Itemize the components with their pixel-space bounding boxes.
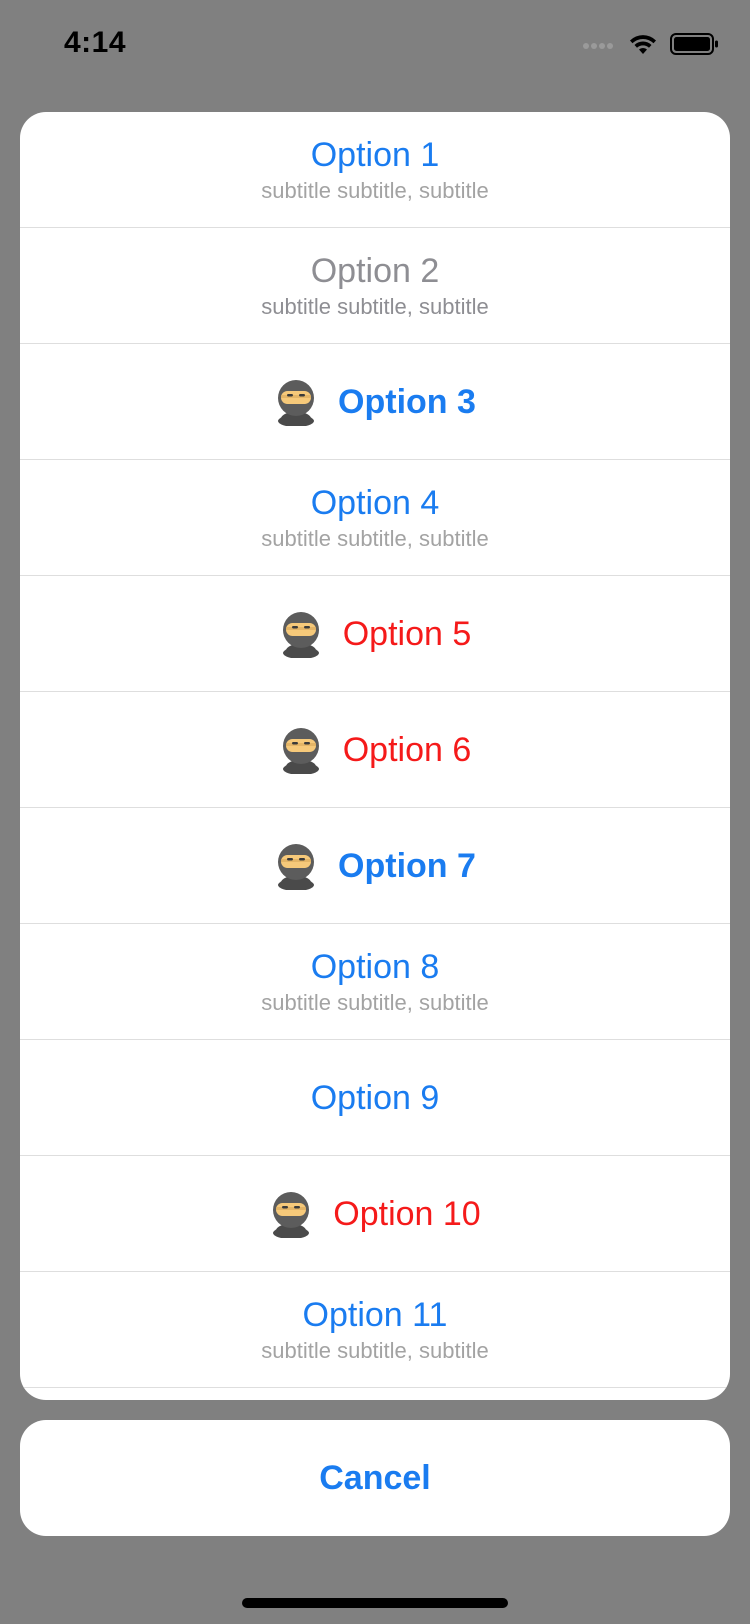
option-title-row: Option 11 bbox=[303, 1295, 448, 1335]
action-sheet: Option 1 subtitle subtitle, subtitle Optio… bbox=[20, 112, 730, 1400]
option-subtitle: subtitle subtitle, subtitle bbox=[261, 294, 489, 319]
option-1[interactable]: Option 1 subtitle subtitle, subtitle bbox=[20, 112, 730, 228]
option-title: Option 11 bbox=[302, 1296, 448, 1334]
option-title: Option 8 bbox=[310, 948, 440, 986]
cancel-label: Cancel bbox=[319, 1458, 431, 1497]
option-title-row: Option 4 bbox=[311, 483, 440, 523]
option-2: Option 2 subtitle subtitle, subtitle bbox=[20, 228, 730, 344]
wifi-icon bbox=[628, 32, 658, 61]
option-subtitle: subtitle subtitle, subtitle bbox=[261, 526, 489, 551]
option-title: Option 10 bbox=[333, 1194, 481, 1233]
cellular-icon bbox=[582, 37, 616, 55]
option-subtitle: subtitle subtitle, subtitle bbox=[261, 1338, 489, 1363]
ninja-icon bbox=[274, 378, 318, 427]
option-10[interactable]: Option 10 bbox=[20, 1156, 730, 1272]
option-9[interactable]: Option 9 bbox=[20, 1040, 730, 1156]
option-4[interactable]: Option 4 subtitle subtitle, subtitle bbox=[20, 460, 730, 576]
option-title: Option 1 bbox=[310, 136, 440, 174]
option-title-row: Option 8 bbox=[311, 947, 440, 987]
option-title: Option 6 bbox=[342, 730, 472, 769]
option-title: Option 5 bbox=[342, 614, 472, 653]
option-title: Option 4 bbox=[310, 484, 440, 522]
option-title: Option 3 bbox=[338, 382, 476, 421]
cancel-button[interactable]: Cancel bbox=[20, 1420, 730, 1536]
ninja-icon bbox=[274, 842, 318, 891]
option-6[interactable]: Option 6 bbox=[20, 692, 730, 808]
option-3[interactable]: Option 3 bbox=[20, 344, 730, 460]
option-title-row: Option 7 bbox=[274, 842, 476, 891]
option-title-row: Option 5 bbox=[279, 610, 472, 659]
option-title: Option 9 bbox=[310, 1078, 440, 1117]
option-11[interactable]: Option 11 subtitle subtitle, subtitle bbox=[20, 1272, 730, 1388]
option-title-row: Option 1 bbox=[311, 135, 440, 175]
option-title-row: Option 2 bbox=[311, 251, 440, 291]
option-title: Option 7 bbox=[338, 846, 476, 885]
battery-icon bbox=[670, 32, 720, 61]
option-title-row: Option 9 bbox=[311, 1078, 440, 1118]
ninja-icon bbox=[269, 1190, 313, 1239]
option-title-row: Option 6 bbox=[279, 726, 472, 775]
status-bar: 4:14 bbox=[0, 0, 750, 96]
ninja-icon bbox=[279, 726, 323, 775]
ninja-icon bbox=[279, 610, 323, 659]
option-subtitle: subtitle subtitle, subtitle bbox=[261, 178, 489, 203]
option-5[interactable]: Option 5 bbox=[20, 576, 730, 692]
status-icons bbox=[582, 32, 720, 60]
option-title-row: Option 10 bbox=[269, 1190, 481, 1239]
home-indicator[interactable] bbox=[242, 1598, 508, 1608]
option-title: Option 2 bbox=[310, 252, 440, 290]
option-8[interactable]: Option 8 subtitle subtitle, subtitle bbox=[20, 924, 730, 1040]
option-title-row: Option 3 bbox=[274, 378, 476, 427]
status-time: 4:14 bbox=[64, 26, 127, 59]
option-subtitle: subtitle subtitle, subtitle bbox=[261, 990, 489, 1015]
option-7[interactable]: Option 7 bbox=[20, 808, 730, 924]
